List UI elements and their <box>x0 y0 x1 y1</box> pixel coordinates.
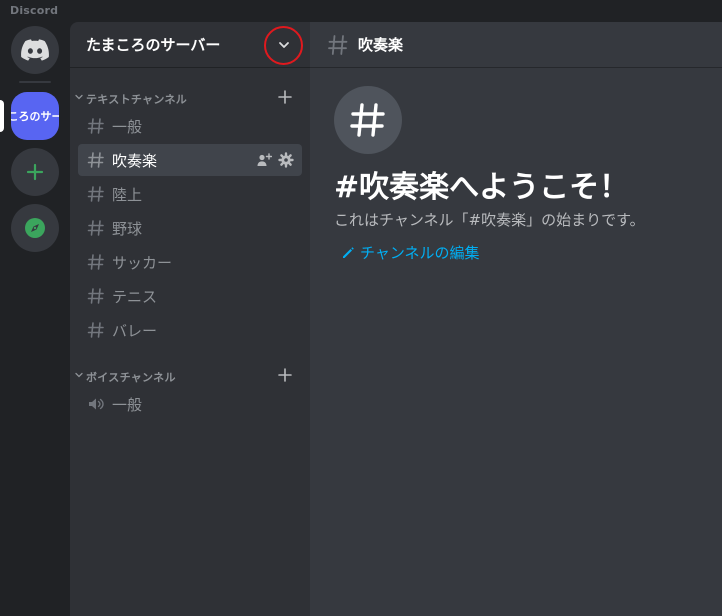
hashtag-icon <box>87 322 104 338</box>
channel-label: テニス <box>112 287 158 306</box>
speaker-icon <box>89 398 104 410</box>
title-bar: Discord <box>0 0 722 22</box>
welcome-hashtag-badge <box>334 86 402 154</box>
chevron-down-icon <box>75 94 83 100</box>
server-icon-label: ころのサー <box>11 110 59 123</box>
add-server-button[interactable] <box>11 148 59 196</box>
hashtag-icon <box>328 34 348 55</box>
invite-user-icon[interactable] <box>256 152 272 168</box>
server-rail: ころのサー <box>0 22 70 616</box>
welcome-title: #吹奏楽へようこそ！ <box>334 170 630 205</box>
channel-item[interactable]: 陸上 <box>78 178 302 210</box>
channel-item[interactable]: 野球 <box>78 212 302 244</box>
channel-sidebar: たまころのサーバー テキストチャンネル 一般 吹奏楽 陸上 野球 サッカー テニ… <box>70 22 310 616</box>
channel-label: 一般 <box>112 117 143 136</box>
channel-item-active[interactable]: 吹奏楽 <box>78 144 302 176</box>
hashtag-icon <box>87 288 104 304</box>
welcome-description: これはチャンネル「#吹奏楽」の始まりです。 <box>334 211 645 229</box>
gear-icon[interactable] <box>278 152 294 168</box>
channel-item[interactable]: 一般 <box>78 110 302 142</box>
create-channel-plus-icon[interactable] <box>277 367 293 383</box>
hashtag-icon <box>350 103 385 137</box>
app-brand: Discord <box>10 4 59 17</box>
hashtag-icon <box>87 186 104 202</box>
category-label: テキストチャンネル <box>86 93 188 106</box>
voice-channel-item[interactable]: 一般 <box>78 388 302 420</box>
hashtag-icon <box>87 220 104 236</box>
channel-label: 一般 <box>112 395 143 414</box>
pencil-icon <box>343 246 354 258</box>
channel-label: 陸上 <box>112 185 143 204</box>
channel-item[interactable]: テニス <box>78 280 302 312</box>
plus-icon <box>26 163 44 181</box>
compass-icon <box>25 218 45 238</box>
edit-channel-link[interactable]: チャンネルの編集 <box>340 242 480 263</box>
channel-header: 吹奏楽 <box>310 22 722 68</box>
channel-title: 吹奏楽 <box>358 36 404 54</box>
channel-label: バレー <box>112 321 158 340</box>
channel-label: 吹奏楽 <box>112 151 158 170</box>
hashtag-icon <box>87 118 104 134</box>
channel-label: 野球 <box>112 219 143 238</box>
server-icon-button[interactable]: ころのサー <box>11 92 59 140</box>
create-channel-plus-icon[interactable] <box>277 89 293 105</box>
category-voice-channels[interactable]: ボイスチャンネル <box>70 366 310 386</box>
explore-servers-button[interactable] <box>11 204 59 252</box>
rail-separator <box>19 81 51 83</box>
chevron-down-icon <box>75 372 83 378</box>
selected-server-pill <box>0 100 4 132</box>
hashtag-icon <box>87 152 104 168</box>
category-text-channels[interactable]: テキストチャンネル <box>70 88 310 108</box>
annotation-circle <box>264 26 303 65</box>
channel-actions <box>256 152 294 168</box>
category-label: ボイスチャンネル <box>86 371 176 384</box>
server-name: たまころのサーバー <box>86 36 221 54</box>
channel-label: サッカー <box>112 253 173 272</box>
channel-item[interactable]: バレー <box>78 314 302 346</box>
main-content: 吹奏楽 #吹奏楽へようこそ！ これはチャンネル「#吹奏楽」の始まりです。 チャン… <box>310 22 722 616</box>
channel-item[interactable]: サッカー <box>78 246 302 278</box>
server-header[interactable]: たまころのサーバー <box>70 22 310 68</box>
home-button[interactable] <box>11 26 59 74</box>
edit-channel-label: チャンネルの編集 <box>360 244 480 262</box>
hashtag-icon <box>87 254 104 270</box>
discord-logo-icon <box>21 39 49 61</box>
